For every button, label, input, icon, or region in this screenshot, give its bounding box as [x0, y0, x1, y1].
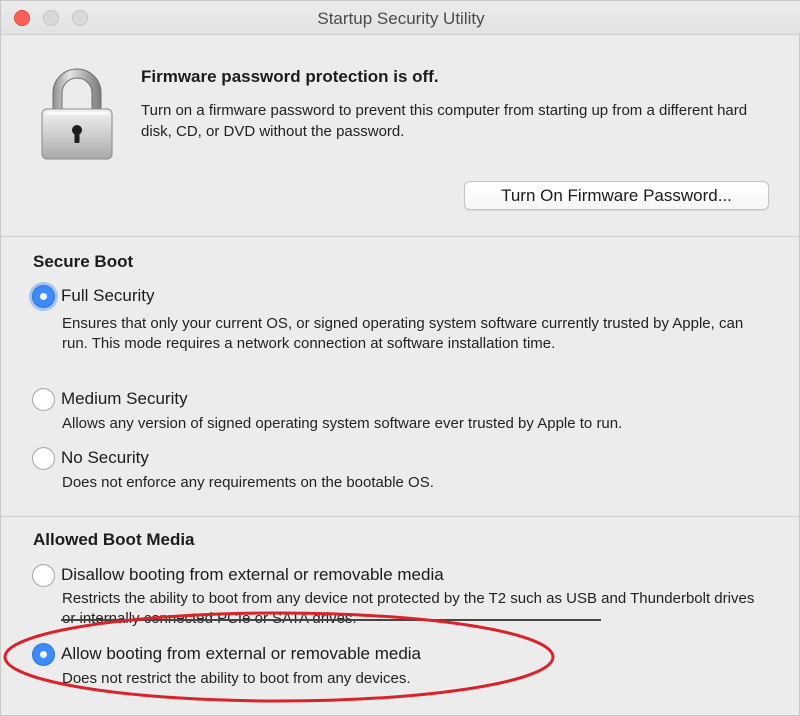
section-divider: [1, 236, 800, 237]
window-title: Startup Security Utility: [317, 9, 485, 28]
allow-external-boot-radio[interactable]: [32, 643, 55, 666]
padlock-icon: [41, 68, 113, 160]
no-security-radio[interactable]: [32, 447, 55, 470]
medium-security-label[interactable]: Medium Security: [61, 389, 188, 409]
disallow-external-boot-label[interactable]: Disallow booting from external or remova…: [61, 565, 444, 585]
no-security-description: Does not enforce any requirements on the…: [62, 474, 434, 491]
turn-on-firmware-password-button[interactable]: Turn On Firmware Password...: [464, 181, 769, 210]
title-bar: Startup Security Utility: [1, 1, 800, 35]
firmware-status-heading: Firmware password protection is off.: [141, 67, 439, 86]
disallow-external-boot-radio[interactable]: [32, 564, 55, 587]
no-security-label[interactable]: No Security: [61, 448, 149, 468]
medium-security-description: Allows any version of signed operating s…: [62, 415, 623, 432]
startup-security-window: Startup Security Utility Firmware passwo…: [0, 0, 800, 716]
full-security-description: Ensures that only your current OS, or si…: [62, 315, 744, 352]
allow-external-boot-label[interactable]: Allow booting from external or removable…: [61, 644, 421, 664]
full-security-radio[interactable]: [32, 285, 55, 308]
allowed-boot-media-heading: Allowed Boot Media: [33, 530, 195, 549]
firmware-description: Turn on a firmware password to prevent t…: [141, 102, 748, 140]
allow-external-boot-description: Does not restrict the ability to boot fr…: [62, 670, 411, 687]
medium-security-radio[interactable]: [32, 388, 55, 411]
strike-through-mark: [61, 619, 601, 621]
section-divider: [1, 516, 800, 517]
disallow-external-boot-description: Restricts the ability to boot from any d…: [62, 590, 755, 627]
full-security-label[interactable]: Full Security: [61, 286, 155, 306]
secure-boot-heading: Secure Boot: [33, 252, 134, 271]
